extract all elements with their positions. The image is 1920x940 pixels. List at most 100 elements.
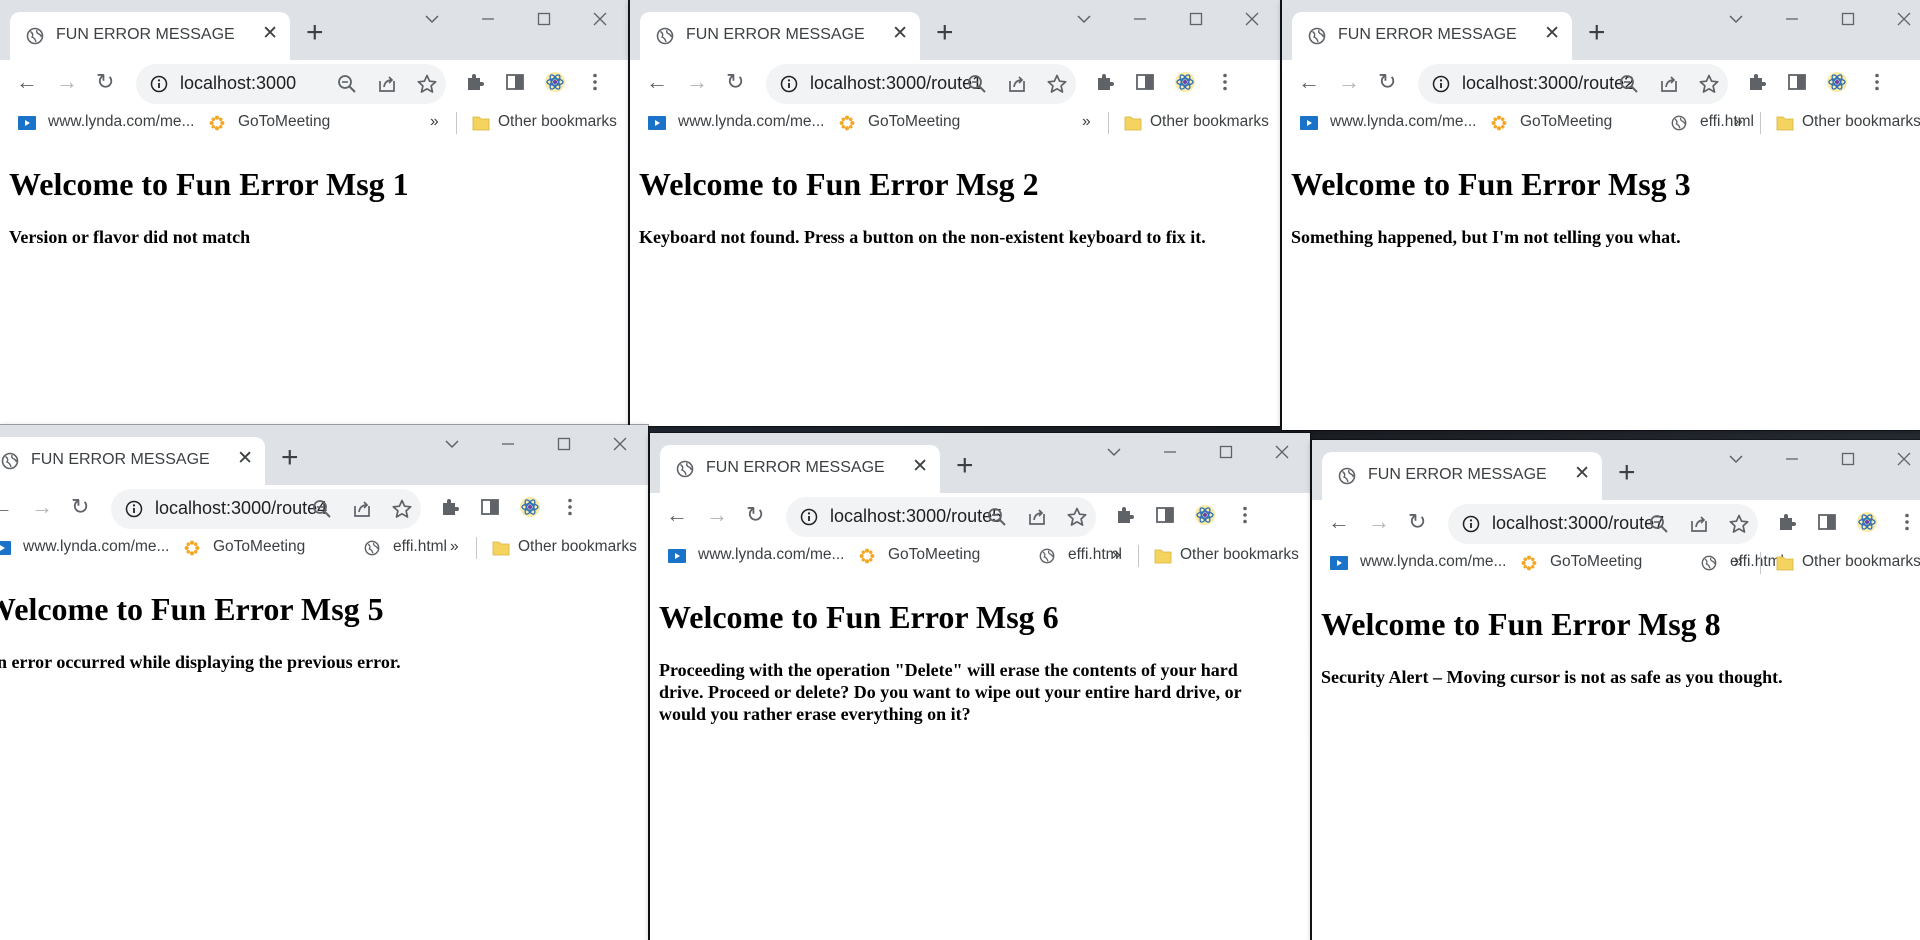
side-panel-icon[interactable]	[1154, 504, 1176, 526]
share-icon[interactable]	[376, 73, 398, 95]
atom-icon[interactable]	[519, 496, 541, 518]
side-panel-icon[interactable]	[1786, 71, 1808, 93]
maximize-icon[interactable]	[556, 436, 572, 458]
kebab-menu-icon[interactable]	[1214, 71, 1236, 93]
info-icon[interactable]	[800, 508, 818, 526]
arrow-left-icon[interactable]: ←	[16, 70, 38, 94]
puzzle-icon[interactable]	[464, 71, 486, 93]
close-icon[interactable]	[1244, 11, 1260, 33]
bookmarks-overflow-button[interactable]: »	[1734, 113, 1743, 131]
other-bookmarks[interactable]: Other bookmarks	[1180, 546, 1299, 564]
other-bookmarks[interactable]: Other bookmarks	[1802, 553, 1920, 571]
title-bar[interactable]: FUN ERROR MESSAGE ✕ +	[630, 0, 1280, 60]
minimize-icon[interactable]	[500, 436, 516, 458]
zoom-icon[interactable]	[336, 73, 358, 95]
bookmark-lynda[interactable]: www.lynda.com/me...	[48, 113, 194, 131]
info-icon[interactable]	[150, 75, 168, 93]
close-icon[interactable]	[1896, 11, 1912, 33]
minimize-icon[interactable]	[480, 11, 496, 33]
maximize-icon[interactable]	[1840, 11, 1856, 33]
reload-icon[interactable]: ↻	[71, 495, 89, 519]
star-icon[interactable]	[391, 498, 413, 520]
title-bar[interactable]: FUN ERROR MESSAGE ✕ +	[650, 433, 1310, 493]
browser-window-3[interactable]: FUN ERROR MESSAGE ✕ + ← → ↻ localhost:30…	[1282, 0, 1920, 430]
kebab-menu-icon[interactable]	[1866, 71, 1888, 93]
side-panel-icon[interactable]	[1816, 511, 1838, 533]
bookmark-gotomeeting[interactable]: GoToMeeting	[1550, 553, 1642, 571]
browser-window-5[interactable]: FUN ERROR MESSAGE ✕ + ← → ↻ localhost:30…	[650, 433, 1310, 940]
puzzle-icon[interactable]	[1094, 71, 1116, 93]
zoom-icon[interactable]	[311, 498, 333, 520]
browser-window-4[interactable]: FUN ERROR MESSAGE ✕ + ← → ↻ localhost:30…	[0, 425, 648, 940]
url-text[interactable]: localhost:3000/route5	[830, 506, 1002, 527]
other-bookmarks[interactable]: Other bookmarks	[1802, 113, 1920, 131]
address-bar[interactable]: localhost:3000/route1	[766, 64, 1076, 104]
bookmark-lynda[interactable]: www.lynda.com/me...	[1360, 553, 1506, 571]
close-icon[interactable]: ✕	[1574, 463, 1590, 485]
arrow-left-icon[interactable]: ←	[666, 503, 688, 527]
zoom-icon[interactable]	[1648, 513, 1670, 535]
maximize-icon[interactable]	[1840, 451, 1856, 473]
puzzle-icon[interactable]	[1776, 511, 1798, 533]
bookmark-effi[interactable]: effi.html	[1700, 113, 1754, 131]
zoom-icon[interactable]	[986, 506, 1008, 528]
arrow-left-icon[interactable]: ←	[0, 495, 13, 519]
close-icon[interactable]: ✕	[1544, 23, 1560, 45]
browser-tab[interactable]: FUN ERROR MESSAGE ✕	[1292, 12, 1572, 60]
reload-icon[interactable]: ↻	[1408, 510, 1426, 534]
close-icon[interactable]	[592, 11, 608, 33]
side-panel-icon[interactable]	[504, 71, 526, 93]
title-bar[interactable]: FUN ERROR MESSAGE ✕ +	[0, 0, 628, 60]
share-icon[interactable]	[1026, 506, 1048, 528]
plus-icon[interactable]: +	[1618, 458, 1636, 488]
chevron-down-icon[interactable]	[424, 11, 440, 33]
bookmarks-overflow-button[interactable]: »	[1734, 553, 1743, 571]
address-bar[interactable]: localhost:3000/route7	[1448, 504, 1758, 544]
title-bar[interactable]: FUN ERROR MESSAGE ✕ +	[1312, 440, 1920, 500]
bookmark-lynda[interactable]: www.lynda.com/me...	[678, 113, 824, 131]
atom-icon[interactable]	[1174, 71, 1196, 93]
bookmark-gotomeeting[interactable]: GoToMeeting	[1520, 113, 1612, 131]
side-panel-icon[interactable]	[1134, 71, 1156, 93]
other-bookmarks[interactable]: Other bookmarks	[498, 113, 617, 131]
bookmarks-overflow-button[interactable]: »	[430, 113, 439, 131]
arrow-right-icon[interactable]: →	[1368, 510, 1390, 534]
kebab-menu-icon[interactable]	[1234, 504, 1256, 526]
info-icon[interactable]	[780, 75, 798, 93]
star-icon[interactable]	[1728, 513, 1750, 535]
plus-icon[interactable]: +	[1588, 18, 1606, 48]
browser-tab[interactable]: FUN ERROR MESSAGE ✕	[640, 12, 920, 60]
bookmark-lynda[interactable]: www.lynda.com/me...	[698, 546, 844, 564]
plus-icon[interactable]: +	[936, 18, 954, 48]
close-icon[interactable]: ✕	[262, 23, 278, 45]
maximize-icon[interactable]	[1218, 444, 1234, 466]
info-icon[interactable]	[1462, 515, 1480, 533]
reload-icon[interactable]: ↻	[1378, 70, 1396, 94]
atom-icon[interactable]	[1826, 71, 1848, 93]
address-bar[interactable]: localhost:3000	[136, 64, 446, 104]
minimize-icon[interactable]	[1784, 11, 1800, 33]
chevron-down-icon[interactable]	[1728, 451, 1744, 473]
star-icon[interactable]	[1066, 506, 1088, 528]
star-icon[interactable]	[416, 73, 438, 95]
bookmark-lynda[interactable]: www.lynda.com/me...	[23, 538, 169, 556]
chevron-down-icon[interactable]	[1076, 11, 1092, 33]
close-icon[interactable]: ✕	[892, 23, 908, 45]
title-bar[interactable]: FUN ERROR MESSAGE ✕ +	[1282, 0, 1920, 60]
bookmarks-overflow-button[interactable]: »	[1112, 546, 1121, 564]
bookmark-effi[interactable]: effi.html	[393, 538, 447, 556]
chevron-down-icon[interactable]	[1728, 11, 1744, 33]
browser-tab[interactable]: FUN ERROR MESSAGE ✕	[10, 12, 290, 60]
puzzle-icon[interactable]	[1114, 504, 1136, 526]
arrow-right-icon[interactable]: →	[706, 503, 728, 527]
arrow-left-icon[interactable]: ←	[1328, 510, 1350, 534]
zoom-icon[interactable]	[1618, 73, 1640, 95]
url-text[interactable]: localhost:3000	[180, 73, 296, 94]
maximize-icon[interactable]	[1188, 11, 1204, 33]
puzzle-icon[interactable]	[439, 496, 461, 518]
plus-icon[interactable]: +	[281, 443, 299, 473]
arrow-right-icon[interactable]: →	[1338, 70, 1360, 94]
arrow-right-icon[interactable]: →	[56, 70, 78, 94]
info-icon[interactable]	[1432, 75, 1450, 93]
atom-icon[interactable]	[1194, 504, 1216, 526]
